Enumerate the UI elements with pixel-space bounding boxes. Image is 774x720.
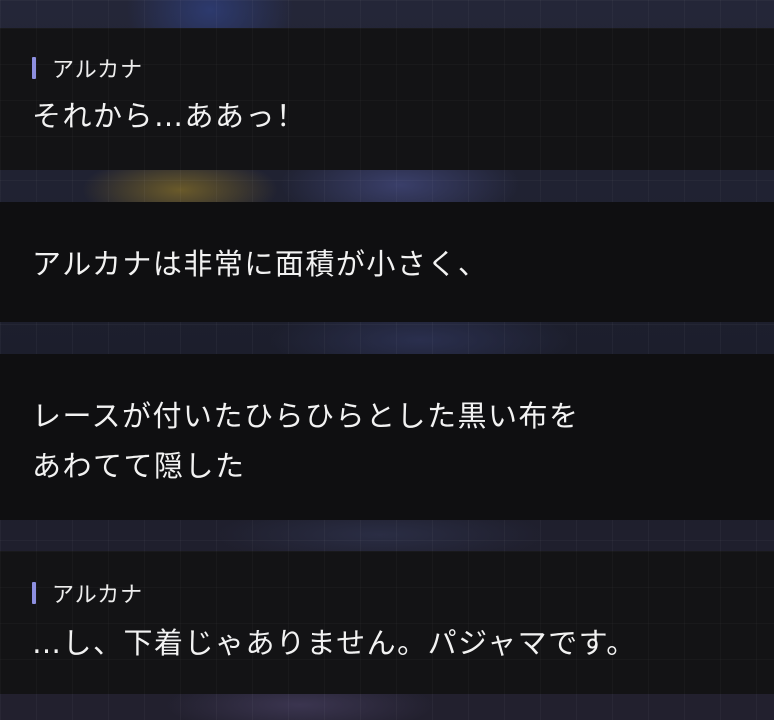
narration-text: レースが付いたひらひらとした黒い布を [32,399,580,433]
speaker-accent-bar [32,57,36,79]
dialogue-text: …し、下着じゃありません。パジャマです。 [32,626,637,660]
narration-text: アルカナは非常に面積が小さく、 [32,247,489,281]
dialogue-entry-4[interactable]: アルカナ …し、下着じゃありません。パジャマです。 [0,551,774,694]
speaker-accent-bar [32,582,36,604]
speaker-name: アルカナ [52,58,144,83]
speaker-label: アルカナ [32,54,774,83]
dialogue-text: それから…ああっ！ [32,99,307,133]
speaker-label: アルカナ [32,579,774,608]
dialogue-entry-2[interactable]: アルカナは非常に面積が小さく、 [0,202,774,322]
speaker-name: アルカナ [52,583,144,608]
dialogue-entry-3[interactable]: レースが付いたひらひらとした黒い布を あわてて隠した [0,354,774,520]
narration-text: あわてて隠した [32,449,246,483]
dialogue-entry-1[interactable]: アルカナ それから…ああっ！ [0,28,774,170]
